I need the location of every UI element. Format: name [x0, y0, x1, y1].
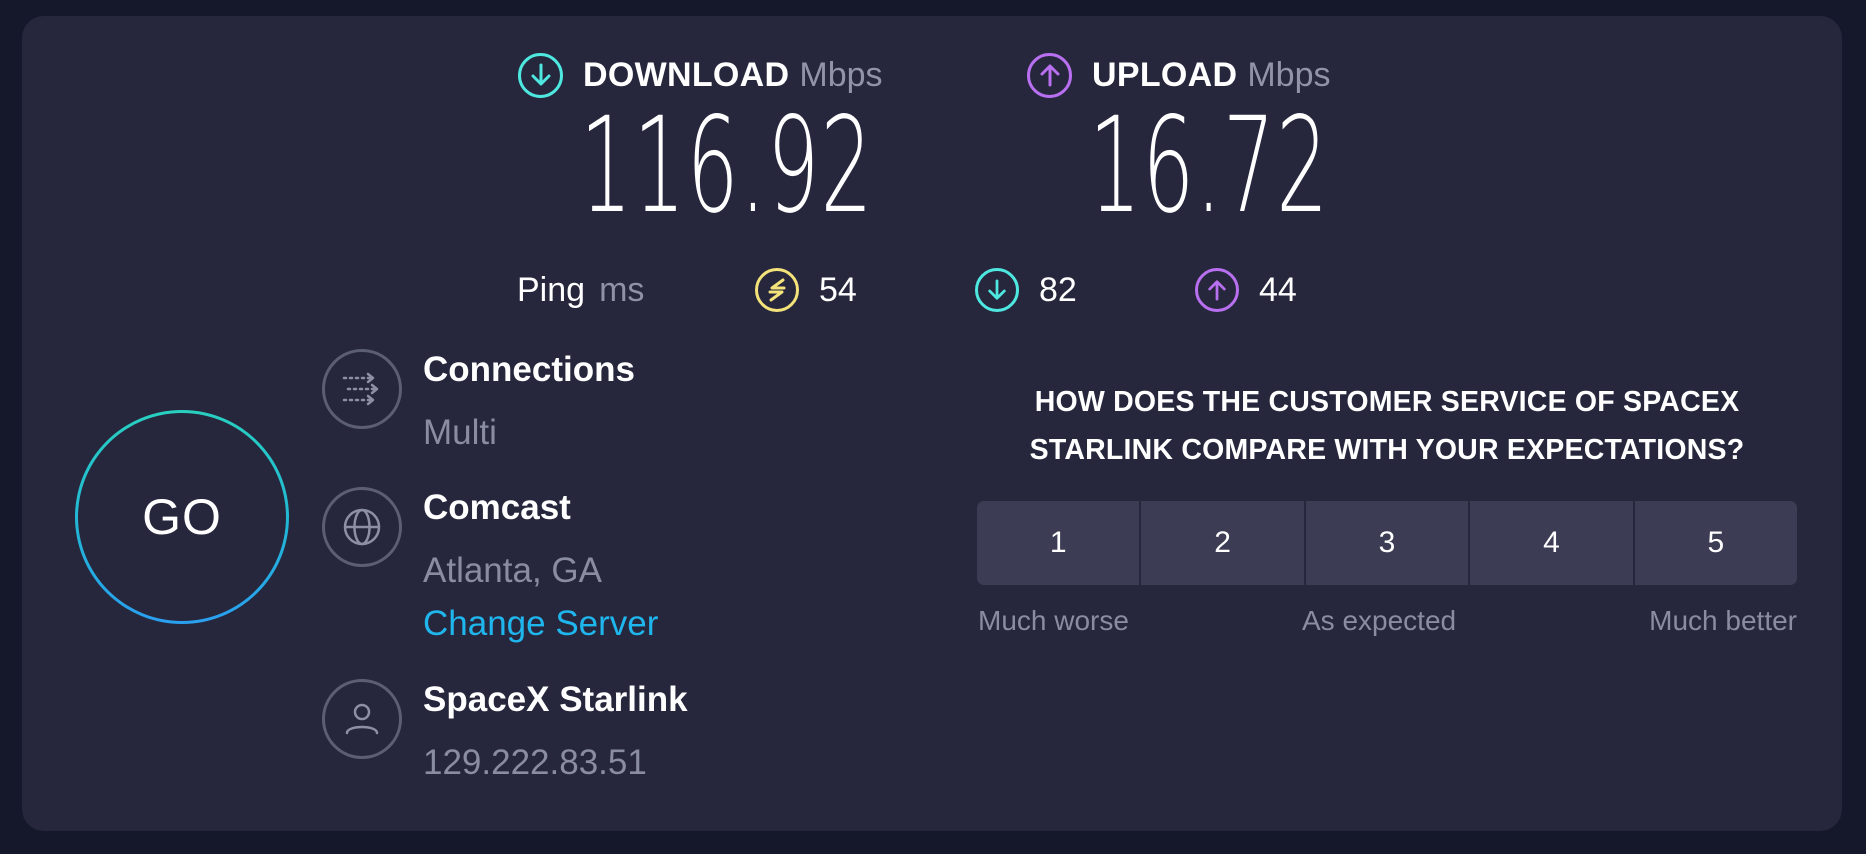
- globe-icon: [322, 487, 402, 567]
- ping-label-group: Ping ms: [517, 268, 644, 312]
- upload-icon: [1027, 52, 1072, 98]
- scale-label-high: Much better: [1649, 605, 1797, 636]
- connections-value: Multi: [423, 413, 497, 452]
- connections-icon: [322, 349, 402, 429]
- ping-upload: 44: [1195, 268, 1297, 312]
- arrow-up-circle-icon: [1195, 268, 1239, 312]
- scale-label-low: Much worse: [978, 605, 1129, 636]
- upload-speed-value: 16.72: [1089, 89, 1330, 243]
- rating-scale: 1 2 3 4 5: [977, 501, 1797, 585]
- arrow-down-circle-icon: [975, 268, 1019, 312]
- user-icon: [322, 679, 402, 759]
- ping-unit: ms: [599, 270, 645, 309]
- rating-button-2[interactable]: 2: [1141, 501, 1304, 585]
- ping-idle-value: 54: [819, 270, 857, 309]
- ping-download: 82: [975, 268, 1077, 312]
- ping-label: Ping: [517, 270, 586, 309]
- download-icon: [518, 52, 563, 98]
- ping-idle: 54: [755, 268, 857, 312]
- download-speed-value: 116.92: [580, 89, 874, 243]
- server-location: Atlanta, GA: [423, 551, 602, 590]
- provider-ip: 129.222.83.51: [423, 743, 647, 782]
- connections-title: Connections: [423, 350, 635, 389]
- scale-label-mid: As expected: [1302, 605, 1457, 636]
- rating-button-3[interactable]: 3: [1305, 501, 1469, 585]
- change-server-link[interactable]: Change Server: [423, 604, 658, 644]
- provider-title: SpaceX Starlink: [423, 680, 688, 719]
- survey-question: HOW DOES THE CUSTOMER SERVICE OF SPACEX …: [1029, 386, 1745, 466]
- server-title: Comcast: [423, 488, 571, 527]
- ping-download-value: 82: [1039, 270, 1077, 309]
- ping-swap-icon: [755, 268, 799, 312]
- rating-button-1[interactable]: 1: [977, 501, 1140, 585]
- ping-upload-value: 44: [1259, 270, 1297, 309]
- rating-button-5[interactable]: 5: [1634, 501, 1797, 585]
- go-button[interactable]: GO: [75, 410, 289, 624]
- go-button-label: GO: [142, 489, 222, 545]
- rating-button-4[interactable]: 4: [1470, 501, 1633, 585]
